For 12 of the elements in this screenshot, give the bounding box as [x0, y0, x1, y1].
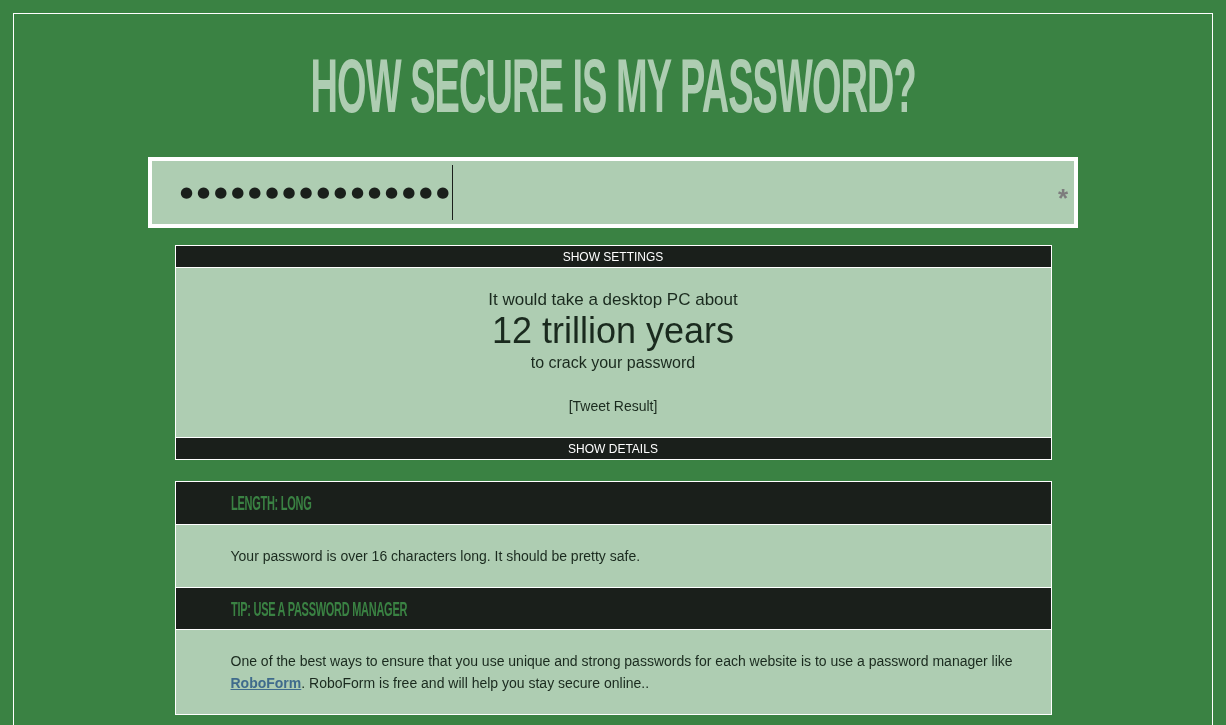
show-settings-button[interactable]: SHOW SETTINGS [174, 245, 1052, 268]
section-heading: TIP: USE A PASSWORD MANAGER [230, 596, 407, 622]
show-details-button[interactable]: SHOW DETAILS [174, 437, 1052, 460]
result-lead-text: It would take a desktop PC about [488, 289, 738, 311]
tweet-result-link[interactable]: [Tweet Result] [568, 397, 658, 415]
password-field[interactable]: ●●●●●●●●●●●●●●●● * [148, 157, 1078, 228]
section-text: One of the best ways to ensure that you use unique and strong passwords for each website is to use a password manager like RoboForm. RoboForm is free and will help you stay secure online.. [230, 652, 1014, 693]
result-tail-text: to crack your password [530, 353, 696, 373]
section-heading: LENGTH: LONG [230, 491, 311, 516]
section-text: Your password is over 16 characters long. It should be pretty safe. [230, 547, 642, 566]
page-title: HOW SECURE IS MY PASSWORD? [310, 48, 916, 124]
crack-time-text: 12 trillion years [491, 311, 735, 351]
